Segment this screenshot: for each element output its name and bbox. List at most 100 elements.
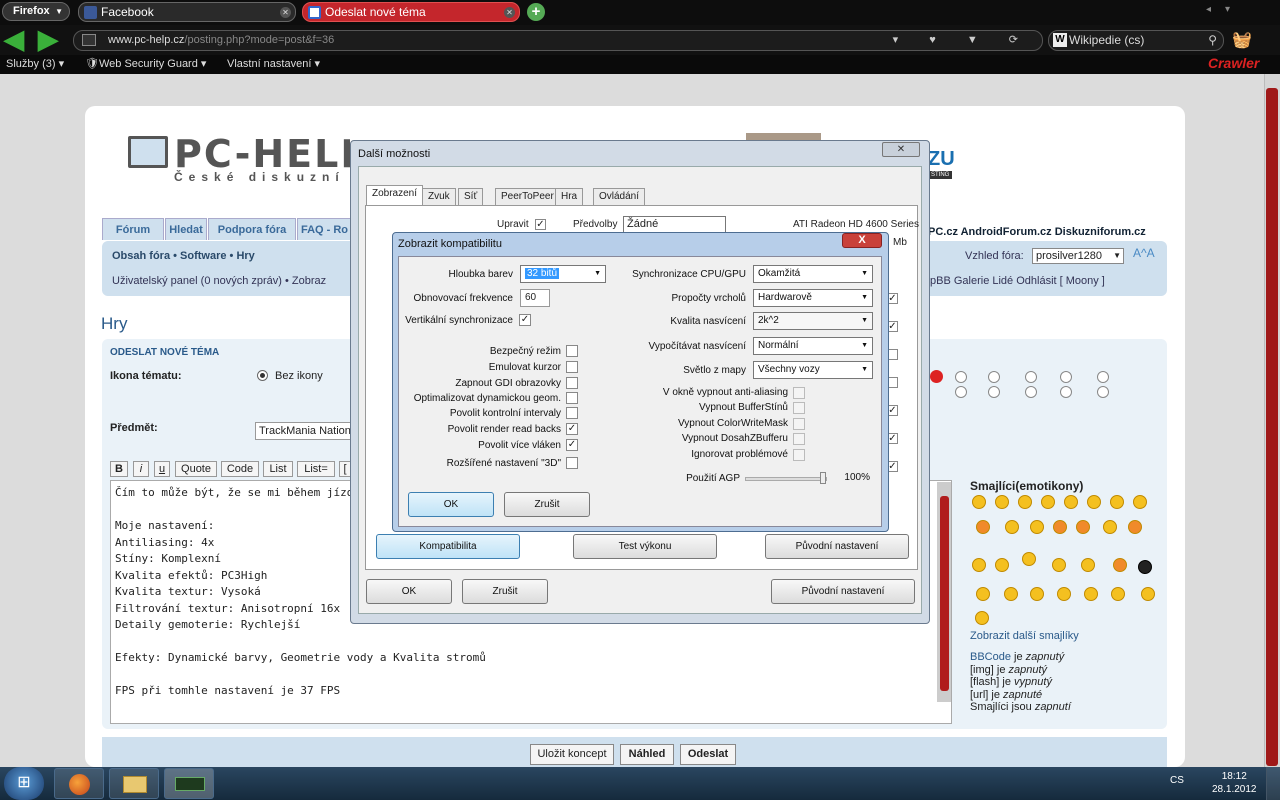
breadcrumb[interactable]: Obsah fóra • Software • Hry [112, 250, 255, 262]
smiley-icon[interactable] [995, 558, 1009, 572]
topic-icon-radio[interactable] [1097, 371, 1109, 383]
zbuffer-checkbox[interactable] [793, 433, 805, 445]
smiley-icon[interactable] [1030, 587, 1044, 601]
smiley-icon[interactable] [1113, 558, 1127, 572]
smiley-icon[interactable] [1005, 520, 1019, 534]
bomb-icon[interactable] [1138, 560, 1152, 574]
quote-button[interactable]: Quote [175, 461, 217, 477]
list-ordered-button[interactable]: List= [297, 461, 335, 477]
angry-smiley-icon[interactable] [976, 520, 990, 534]
smiley-icon[interactable] [1004, 587, 1018, 601]
nav-forum[interactable]: Fórum [102, 218, 164, 240]
agp-slider-thumb[interactable] [820, 472, 826, 484]
topic-icon-radio[interactable] [988, 386, 1000, 398]
smiley-icon[interactable] [972, 495, 986, 509]
language-indicator[interactable]: CS [1170, 775, 1184, 786]
firefox-menu-button[interactable]: Firefox ▼ [2, 2, 70, 21]
lighting-quality-select[interactable]: 2k^2 ▼ [753, 312, 873, 330]
smiley-icon[interactable] [976, 587, 990, 601]
topic-icon-radio[interactable] [1060, 386, 1072, 398]
tab-odeslat[interactable]: Odeslat nové téma ✕ [302, 2, 520, 22]
compatibility-button[interactable]: Kompatibilita [376, 534, 520, 559]
tab-list-icon[interactable]: ◂▾ [1206, 4, 1244, 15]
topic-icon-radio[interactable] [955, 371, 967, 383]
map-light-select[interactable]: Všechny vozy ▼ [753, 361, 873, 379]
smiley-icon[interactable] [1110, 495, 1124, 509]
bbinfo-name[interactable]: BBCode [970, 651, 1011, 663]
code-button[interactable]: Code [221, 461, 259, 477]
close-icon[interactable]: ✕ [882, 142, 920, 157]
upravit-checkbox[interactable]: ✓ [535, 219, 546, 230]
search-bar[interactable]: W Wikipedie (cs) ⚲ [1048, 30, 1224, 51]
nav-faq[interactable]: FAQ - Ro [297, 218, 352, 240]
smiley-icon[interactable] [1087, 495, 1101, 509]
trackmania-taskbar-icon[interactable] [164, 768, 214, 799]
compat-ok-button[interactable]: OK [408, 492, 494, 517]
smiley-icon[interactable] [1057, 587, 1071, 601]
subject-input[interactable]: TrackMania Nation [255, 422, 355, 440]
colorwritemask-checkbox[interactable] [793, 418, 805, 430]
site-identity-icon[interactable] [82, 34, 96, 46]
topic-icon-radio[interactable] [955, 386, 967, 398]
new-tab-button[interactable]: + [527, 3, 545, 21]
partner-logo[interactable]: ZU [928, 148, 955, 171]
bookmark-vlastni-nastaveni[interactable]: Vlastní nastavení ▾ [227, 55, 320, 73]
smiley-icon[interactable] [1084, 587, 1098, 601]
gdi-checkbox[interactable] [566, 377, 578, 389]
bold-button[interactable]: B [110, 461, 128, 477]
no-icon-radio[interactable] [257, 370, 268, 381]
smiley-icon[interactable] [995, 495, 1009, 509]
control-intervals-checkbox[interactable] [566, 407, 578, 419]
topic-icon-radio[interactable] [1097, 386, 1109, 398]
topic-icon-radio[interactable] [1025, 371, 1037, 383]
windows-start-icon[interactable]: ⊞ [4, 767, 44, 800]
topic-icon-radio[interactable] [1025, 386, 1037, 398]
multithread-checkbox[interactable]: ✓ [566, 439, 578, 451]
smiley-icon[interactable] [972, 558, 986, 572]
performance-test-button[interactable]: Test výkonu [573, 534, 717, 559]
reset-defaults-button-2[interactable]: Původní nastavení [771, 579, 915, 604]
crawler-logo[interactable]: Crawler [1208, 55, 1259, 71]
save-draft-button[interactable]: Uložit koncept [530, 744, 614, 765]
vsync-checkbox[interactable]: ✓ [519, 314, 531, 326]
back-arrow-icon[interactable]: ◀ [4, 26, 30, 52]
optimize-geom-checkbox[interactable] [566, 392, 578, 404]
user-panel-links[interactable]: Uživatelský panel (0 nových zpráv) • Zob… [112, 275, 326, 287]
url-actions[interactable]: ▾ ♥ ▼ ⟳ [893, 31, 1032, 50]
cpu-gpu-sync-select[interactable]: Okamžitá ▼ [753, 265, 873, 283]
nav-hledat[interactable]: Hledat [165, 218, 207, 240]
vertex-select[interactable]: Hardwarově ▼ [753, 289, 873, 307]
smiley-icon[interactable] [975, 611, 989, 625]
smiley-icon[interactable] [1076, 520, 1090, 534]
basket-icon[interactable]: 🧺 [1232, 30, 1254, 50]
close-icon[interactable]: ✕ [504, 7, 515, 18]
tab-zobrazeni[interactable]: Zobrazení [366, 185, 424, 206]
forward-arrow-icon[interactable]: ▶ [38, 26, 64, 52]
emulate-cursor-checkbox[interactable] [566, 361, 578, 373]
list-button[interactable]: List [263, 461, 293, 477]
compat-cancel-button[interactable]: Zrušit [504, 492, 590, 517]
bookmark-sluzby[interactable]: Služby (3) ▾ [6, 55, 64, 73]
safe-mode-checkbox[interactable] [566, 345, 578, 357]
close-icon[interactable]: X [842, 233, 882, 248]
presets-select[interactable]: Žádné [623, 216, 726, 233]
page-title[interactable]: Hry [101, 314, 127, 334]
tab-sit[interactable]: Síť [458, 188, 484, 206]
smiley-icon[interactable] [1052, 558, 1066, 572]
render-readbacks-checkbox[interactable]: ✓ [566, 423, 578, 435]
firefox-taskbar-icon[interactable] [54, 768, 104, 799]
submit-button[interactable]: Odeslat [680, 744, 736, 765]
tab-facebook[interactable]: Facebook ✕ [78, 2, 296, 22]
show-desktop-button[interactable] [1266, 767, 1280, 800]
tab-hra[interactable]: Hra [555, 188, 584, 206]
tab-peertopeer[interactable]: PeerToPeer [495, 188, 560, 206]
explorer-taskbar-icon[interactable] [109, 768, 159, 799]
topic-icon-radio[interactable] [988, 371, 1000, 383]
smiley-icon[interactable] [1103, 520, 1117, 534]
page-scroll-thumb[interactable] [1266, 88, 1278, 766]
cancel-button[interactable]: Zrušit [462, 579, 548, 604]
ok-button[interactable]: OK [366, 579, 452, 604]
reset-defaults-button[interactable]: Původní nastavení [765, 534, 909, 559]
smiley-icon[interactable] [1022, 552, 1036, 566]
advanced-3d-checkbox[interactable] [566, 457, 578, 469]
